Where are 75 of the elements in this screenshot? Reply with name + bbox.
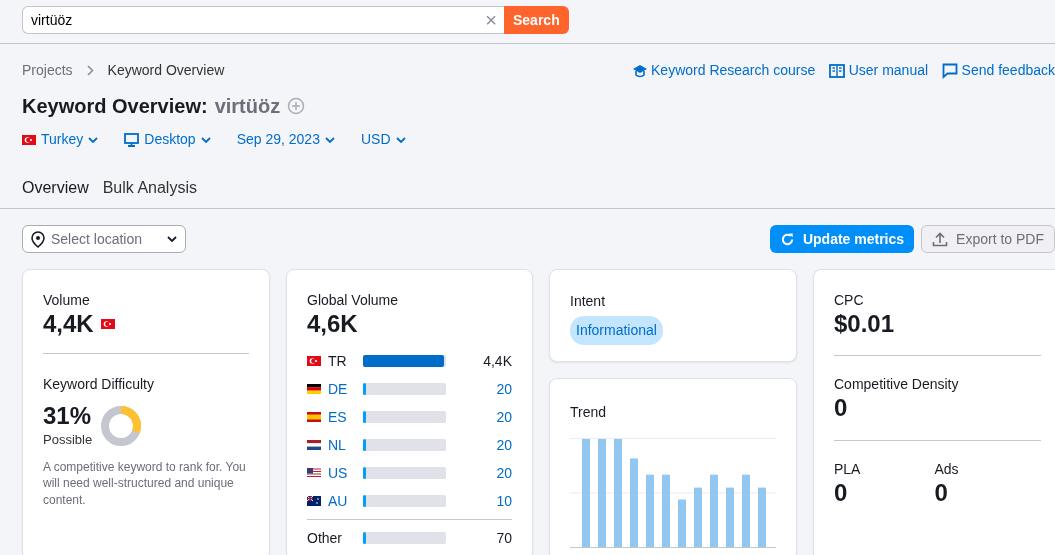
metric-value: 0 (834, 479, 849, 507)
metric-label: Global Volume (307, 291, 400, 310)
book-icon (829, 62, 846, 79)
breadcrumb-current: Keyword Overview (107, 61, 225, 80)
refresh-icon (779, 231, 795, 247)
country-link[interactable]: US (328, 462, 363, 484)
upload-icon (932, 231, 949, 247)
chevron-icon (88, 136, 99, 143)
metric-value: 4,6K (307, 311, 359, 338)
export-button[interactable]: Export to PDF (921, 225, 1055, 253)
monitor-icon (124, 132, 140, 147)
add-icon[interactable] (287, 97, 306, 115)
search-button[interactable]: Search (504, 6, 569, 34)
breadcrumb-link[interactable]: Projects (22, 60, 73, 81)
flag-icon (307, 356, 321, 367)
filter-dropdown[interactable]: Desktop (124, 129, 211, 150)
metric-label: CPC (834, 291, 865, 310)
metric-value: $0.01 (834, 311, 896, 338)
flag-icon (307, 384, 321, 395)
country-label: Other (307, 528, 343, 548)
metric-label: Keyword Difficulty (43, 375, 155, 395)
volume-link[interactable]: 20 (446, 434, 512, 456)
metric-label: Competitive Density (834, 375, 960, 395)
help-link[interactable]: Keyword Research course (631, 60, 816, 81)
help-link[interactable]: User manual (829, 60, 929, 81)
country-link[interactable]: AU (328, 490, 363, 512)
volume-link[interactable]: 10 (446, 490, 512, 512)
volume-value: 4,4K (482, 351, 512, 371)
keyword-text: virtüöz (214, 94, 281, 119)
flag-icon (307, 468, 321, 479)
page-title: Keyword Overview: (22, 94, 208, 118)
volume-link[interactable]: 20 (446, 462, 512, 484)
update-metrics-button[interactable]: Update metrics (769, 225, 915, 253)
flag-icon (307, 496, 321, 507)
metric-label: Ads (934, 459, 960, 479)
flag-icon (22, 134, 36, 145)
country-link[interactable]: ES (328, 406, 363, 428)
location-select[interactable]: Select location (22, 225, 186, 253)
flag-icon (307, 440, 321, 451)
metric-value: 31% (43, 403, 93, 430)
volume-link[interactable]: 20 (446, 378, 512, 400)
chevron-icon (86, 65, 94, 76)
filter-dropdown[interactable]: Sep 29, 2023 (236, 129, 335, 150)
metric-label: Intent (570, 292, 607, 311)
country-link[interactable]: DE (328, 378, 363, 400)
metric-label: Volume (43, 291, 91, 310)
country-link[interactable]: NL (328, 434, 363, 456)
intent-tag: Informational (570, 316, 663, 345)
difficulty-donut (99, 404, 144, 449)
chevron-icon (395, 136, 406, 143)
flag-icon (307, 412, 321, 423)
metric-label: Trend (570, 403, 608, 422)
metric-value: 4,4K (43, 311, 94, 338)
volume-link[interactable]: 20 (446, 406, 512, 428)
chat-icon (942, 62, 959, 79)
tab[interactable]: Overview (22, 176, 89, 208)
clear-button[interactable]: × (478, 6, 504, 34)
cap-icon (631, 62, 648, 79)
filter-dropdown[interactable]: Turkey (22, 129, 99, 150)
volume-value: 70 (495, 528, 512, 548)
help-link[interactable]: Send feedback (942, 60, 1055, 81)
difficulty-rating: Possible (43, 430, 93, 449)
tab[interactable]: Bulk Analysis (102, 176, 197, 208)
chevron-icon (167, 236, 177, 242)
metric-value: 0 (934, 479, 949, 507)
search-field[interactable]: virtüöz (22, 6, 478, 34)
pin-icon (31, 230, 45, 248)
metric-value: 0 (834, 395, 849, 422)
metric-label: PLA (834, 459, 862, 479)
country-label: TR (328, 351, 348, 371)
flag-icon (100, 319, 115, 330)
filter-dropdown[interactable]: USD (360, 129, 406, 150)
chevron-icon (324, 136, 335, 143)
chevron-icon (200, 136, 211, 143)
difficulty-note: A competitive keyword to rank for. You will need well-structured and unique content. (43, 459, 247, 508)
